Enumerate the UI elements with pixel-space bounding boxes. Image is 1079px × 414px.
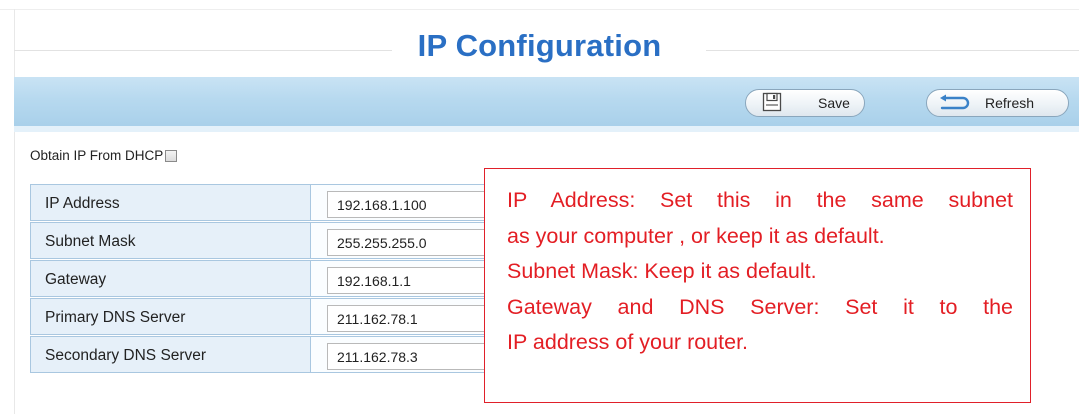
field-label-secondary-dns: Secondary DNS Server (30, 336, 310, 373)
toolbar-bottom-strip (14, 126, 1079, 132)
annotation-line: Gateway and DNS Server: Set it to the (507, 294, 1013, 319)
dhcp-option: Obtain IP From DHCP (30, 148, 178, 163)
page-title: IP Configuration (417, 28, 662, 63)
field-label-primary-dns: Primary DNS Server (30, 298, 310, 335)
save-button[interactable]: Save (745, 89, 865, 117)
annotation-callout: IP Address: Set this in the same subnet … (484, 168, 1031, 403)
annotation-line: IP Address: Set this in the same subnet (507, 188, 1013, 212)
annotation-line: Subnet Mask: Keep it as default. (507, 259, 817, 283)
field-label-ip-address: IP Address (30, 184, 310, 221)
refresh-button-label: Refresh (985, 95, 1035, 111)
left-panel-edge (14, 9, 15, 414)
top-divider (0, 9, 1079, 10)
refresh-button[interactable]: Refresh (926, 89, 1069, 117)
annotation-line: IP address of your router. (507, 330, 749, 354)
dhcp-checkbox[interactable] (165, 150, 178, 162)
field-label-subnet-mask: Subnet Mask (30, 222, 310, 259)
refresh-arrow-icon (937, 94, 971, 115)
field-label-gateway: Gateway (30, 260, 310, 297)
action-toolbar (14, 77, 1079, 126)
annotation-line: as your computer , or keep it as default… (507, 223, 885, 248)
floppy-disk-icon (762, 92, 782, 115)
dhcp-label: Obtain IP From DHCP (30, 148, 164, 163)
save-button-label: Save (818, 95, 850, 111)
